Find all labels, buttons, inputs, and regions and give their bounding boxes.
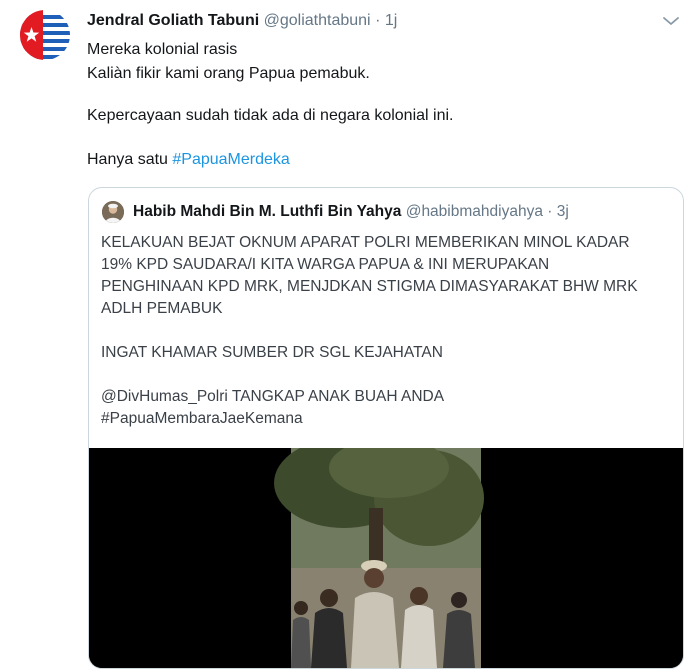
quoted-text-line: 19% KPD SAUDARA/I KITA WARGA PAPUA & INI…	[101, 256, 550, 273]
quoted-text-line: #PapuaMembaraJaeKemana	[101, 410, 303, 427]
hashtag-link[interactable]: #PapuaMerdeka	[172, 151, 289, 168]
video-frame-image	[89, 438, 683, 668]
author-handle[interactable]: @goliathtabuni	[264, 12, 371, 29]
person-avatar-icon	[102, 201, 124, 223]
tweet-header: Jendral Goliath Tabuni @goliathtabuni · …	[87, 12, 397, 30]
quoted-author-avatar[interactable]	[102, 201, 124, 223]
tweet-text-line: Mereka kolonial rasis	[87, 41, 238, 58]
author-name[interactable]: Jendral Goliath Tabuni	[87, 12, 259, 29]
author-avatar[interactable]	[20, 10, 70, 60]
tweet-text-prefix: Hanya satu	[87, 151, 173, 168]
chevron-down-icon	[663, 17, 679, 25]
quoted-text-line: KELAKUAN BEJAT OKNUM APARAT POLRI MEMBER…	[101, 234, 630, 251]
quoted-text-line: INGAT KHAMAR SUMBER DR SGL KEJAHATAN	[101, 344, 443, 361]
quoted-author-handle[interactable]: @habibmahdiyahya	[406, 203, 543, 220]
quoted-text-line: ADLH PEMABUK	[101, 300, 223, 317]
quoted-video-thumbnail[interactable]	[89, 438, 683, 668]
tweet-timestamp[interactable]: 1j	[385, 12, 397, 29]
header-separator: ·	[375, 12, 381, 29]
morning-star-flag-icon	[20, 10, 70, 60]
quoted-header-separator: ·	[547, 203, 553, 220]
quoted-tweet-card[interactable]: Habib Mahdi Bin M. Luthfi Bin Yahya @hab…	[88, 187, 684, 669]
tweet-text-last-line: Hanya satu #PapuaMerdeka	[87, 148, 290, 172]
tweet-menu-button[interactable]	[660, 14, 682, 28]
tweet-text-line: Kepercayaan sudah tidak ada di negara ko…	[87, 107, 454, 124]
quoted-text-line: PENGHINAAN KPD MRK, MENJDKAN STIGMA DIMA…	[101, 278, 638, 295]
tweet-text-line: Kaliàn fikir kami orang Papua pemabuk.	[87, 65, 370, 82]
quoted-tweet-header: Habib Mahdi Bin M. Luthfi Bin Yahya @hab…	[133, 203, 569, 221]
quoted-tweet-timestamp[interactable]: 3j	[557, 203, 569, 220]
quoted-author-name[interactable]: Habib Mahdi Bin M. Luthfi Bin Yahya	[133, 203, 401, 220]
quoted-text-line: @DivHumas_Polri TANGKAP ANAK BUAH ANDA	[101, 388, 445, 405]
tweet: Jendral Goliath Tabuni @goliathtabuni · …	[0, 0, 700, 669]
